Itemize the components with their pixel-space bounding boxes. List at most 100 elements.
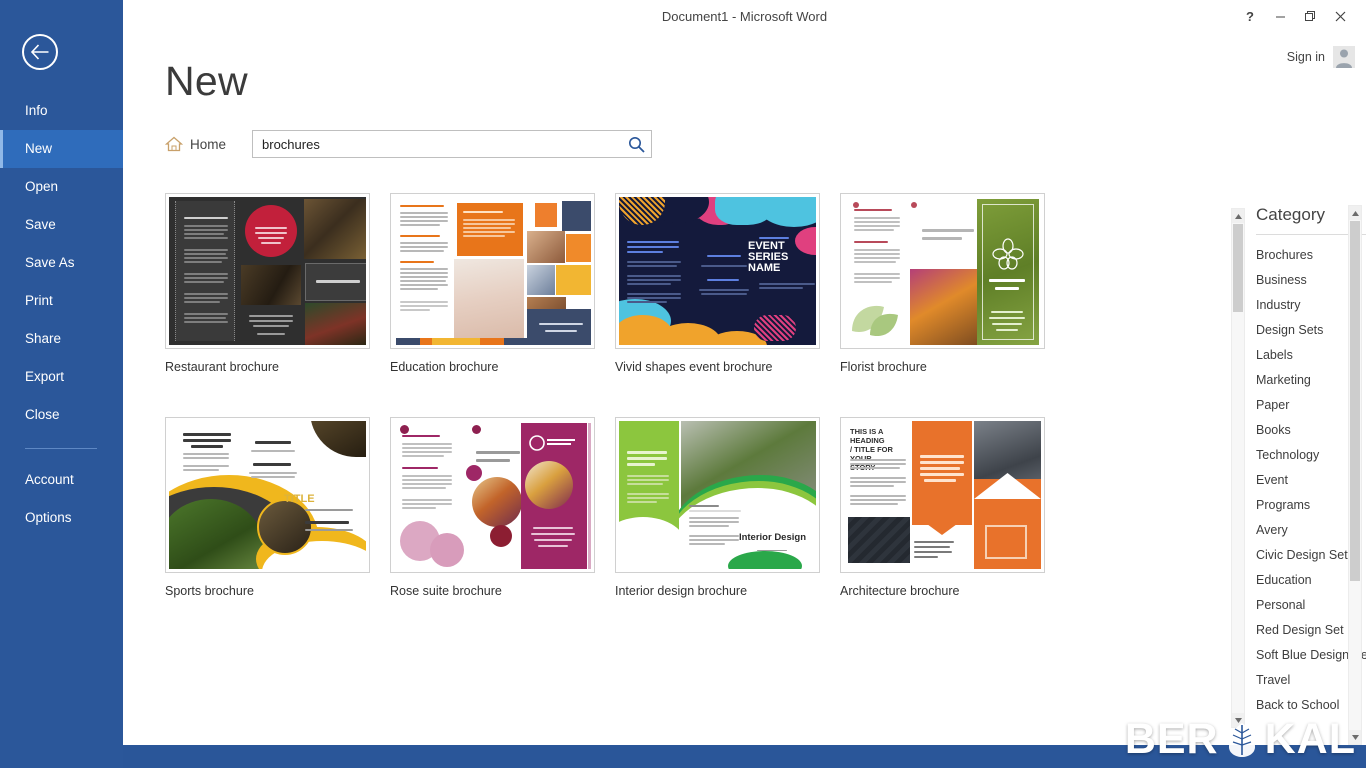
caret-up-icon xyxy=(1234,213,1242,219)
sidebar-item-export[interactable]: Export xyxy=(0,358,123,396)
minimize-icon xyxy=(1275,16,1285,17)
art-photo-circle xyxy=(525,461,573,509)
minimize-button[interactable] xyxy=(1265,5,1295,27)
sidebar-item-share[interactable]: Share xyxy=(0,320,123,358)
sidebar-divider xyxy=(25,448,97,449)
caret-down-icon xyxy=(1351,734,1359,740)
category-label: Avery xyxy=(1256,522,1288,537)
template-thumbnail[interactable] xyxy=(165,193,370,349)
close-button[interactable] xyxy=(1325,5,1355,27)
art-hatch-shape xyxy=(754,315,796,341)
rose-suite-brochure-art xyxy=(394,421,591,569)
avatar[interactable] xyxy=(1333,46,1355,68)
art-photo xyxy=(454,259,524,345)
search-button[interactable] xyxy=(621,131,651,157)
art-photo xyxy=(910,269,978,345)
template-tile-interior-design[interactable]: Interior Design Interior design brochure xyxy=(615,417,820,598)
restore-icon xyxy=(1304,10,1315,21)
art-dot xyxy=(400,425,409,434)
sidebar-item-info[interactable]: Info xyxy=(0,92,123,130)
template-thumbnail[interactable]: Interior Design xyxy=(615,417,820,573)
contoso-logo-icon xyxy=(529,435,575,451)
template-label: Education brochure xyxy=(390,360,499,374)
search-box[interactable] xyxy=(252,130,653,158)
sign-in-link[interactable]: Sign in xyxy=(1287,50,1325,64)
category-scrollbar-thumb[interactable] xyxy=(1350,221,1360,581)
art-photo-circle xyxy=(472,477,522,527)
application-window: Document1 - Microsoft Word ? Sign in New… xyxy=(123,0,1366,745)
category-label: Labels xyxy=(1256,347,1293,362)
template-label: Sports brochure xyxy=(165,584,254,598)
sidebar-item-open[interactable]: Open xyxy=(0,168,123,206)
help-button[interactable]: ? xyxy=(1235,5,1265,27)
search-row: Home xyxy=(165,130,653,158)
template-thumbnail[interactable]: TITLE xyxy=(165,417,370,573)
art-quote-circle xyxy=(245,205,297,257)
template-label: Vivid shapes event brochure xyxy=(615,360,773,374)
art-magenta-panel xyxy=(521,423,587,569)
template-tile-vivid-shapes[interactable]: EVENT SERIES NAME Vivid shapes event broch… xyxy=(615,193,820,374)
search-input[interactable] xyxy=(253,131,622,157)
category-label: Design Sets xyxy=(1256,322,1324,337)
category-label: Personal xyxy=(1256,597,1306,612)
category-label: Brochures xyxy=(1256,247,1313,262)
home-link[interactable]: Home xyxy=(165,136,226,152)
caret-up-icon xyxy=(1351,210,1359,216)
template-tile-architecture[interactable]: THIS IS A HEADING/ TITLE FOR YOURSTORY xyxy=(840,417,1045,598)
category-label: Education xyxy=(1256,572,1312,587)
template-results-scrollbar[interactable] xyxy=(1231,208,1245,728)
flower-dot-icon xyxy=(853,202,859,208)
template-thumbnail[interactable] xyxy=(840,193,1045,349)
education-brochure-art xyxy=(394,197,591,345)
sidebar-item-save[interactable]: Save xyxy=(0,206,123,244)
template-label: Architecture brochure xyxy=(840,584,960,598)
art-title: TITLE xyxy=(284,493,315,505)
title-bar: Document1 - Microsoft Word ? Sign in xyxy=(123,0,1366,68)
sidebar-item-new[interactable]: New xyxy=(0,130,123,168)
architecture-brochure-art: THIS IS A HEADING/ TITLE FOR YOURSTORY xyxy=(844,421,1041,569)
backstage-menu: Info New Open Save Save As Print Share E… xyxy=(0,92,123,537)
art-photo-circle xyxy=(257,499,313,555)
search-icon xyxy=(628,136,645,153)
category-scroll-up-button[interactable] xyxy=(1349,206,1361,220)
sports-brochure-art: TITLE xyxy=(169,421,366,569)
category-label: Paper xyxy=(1256,397,1290,412)
art-heading: THIS IS A HEADING/ TITLE FOR YOURSTORY xyxy=(850,427,893,472)
art-block xyxy=(556,265,591,295)
account-area: Sign in xyxy=(1287,46,1355,68)
sidebar-item-print[interactable]: Print xyxy=(0,282,123,320)
template-tile-restaurant[interactable]: Restaurant brochure xyxy=(165,193,370,374)
art-green-panel xyxy=(977,199,1039,345)
template-thumbnail[interactable]: THIS IS A HEADING/ TITLE FOR YOURSTORY xyxy=(840,417,1045,573)
template-tile-florist[interactable]: Florist brochure xyxy=(840,193,1045,374)
scroll-up-button[interactable] xyxy=(1232,209,1244,223)
category-scroll-down-button[interactable] xyxy=(1349,730,1361,744)
back-button[interactable] xyxy=(22,34,58,70)
template-label: Florist brochure xyxy=(840,360,927,374)
template-tile-sports[interactable]: TITLE Sports brochure xyxy=(165,417,370,598)
sidebar-item-close[interactable]: Close xyxy=(0,396,123,434)
restore-button[interactable] xyxy=(1295,5,1325,27)
vivid-shapes-brochure-art: EVENT SERIES NAME xyxy=(619,197,816,345)
template-thumbnail[interactable]: EVENT SERIES NAME xyxy=(615,193,820,349)
scrollbar-thumb[interactable] xyxy=(1233,224,1243,312)
template-tile-rose-suite[interactable]: Rose suite brochure xyxy=(390,417,595,598)
art-orange-panel xyxy=(457,203,523,256)
sidebar-item-options[interactable]: Options xyxy=(0,499,123,537)
desktop-background: Info New Open Save Save As Print Share E… xyxy=(0,0,1366,768)
sidebar-item-save-as[interactable]: Save As xyxy=(0,244,123,282)
scroll-down-button[interactable] xyxy=(1232,713,1244,727)
art-logo-block xyxy=(985,525,1027,559)
category-scrollbar[interactable] xyxy=(1348,205,1362,745)
template-label: Restaurant brochure xyxy=(165,360,279,374)
template-thumbnail[interactable] xyxy=(390,193,595,349)
category-label: Technology xyxy=(1256,447,1320,462)
template-thumbnail[interactable] xyxy=(390,417,595,573)
art-photo xyxy=(848,517,910,563)
art-photo xyxy=(241,265,301,305)
category-label: Programs xyxy=(1256,497,1311,512)
art-circle xyxy=(466,465,482,481)
caret-down-icon xyxy=(1234,717,1242,723)
sidebar-item-account[interactable]: Account xyxy=(0,461,123,499)
template-tile-education[interactable]: Education brochure xyxy=(390,193,595,374)
